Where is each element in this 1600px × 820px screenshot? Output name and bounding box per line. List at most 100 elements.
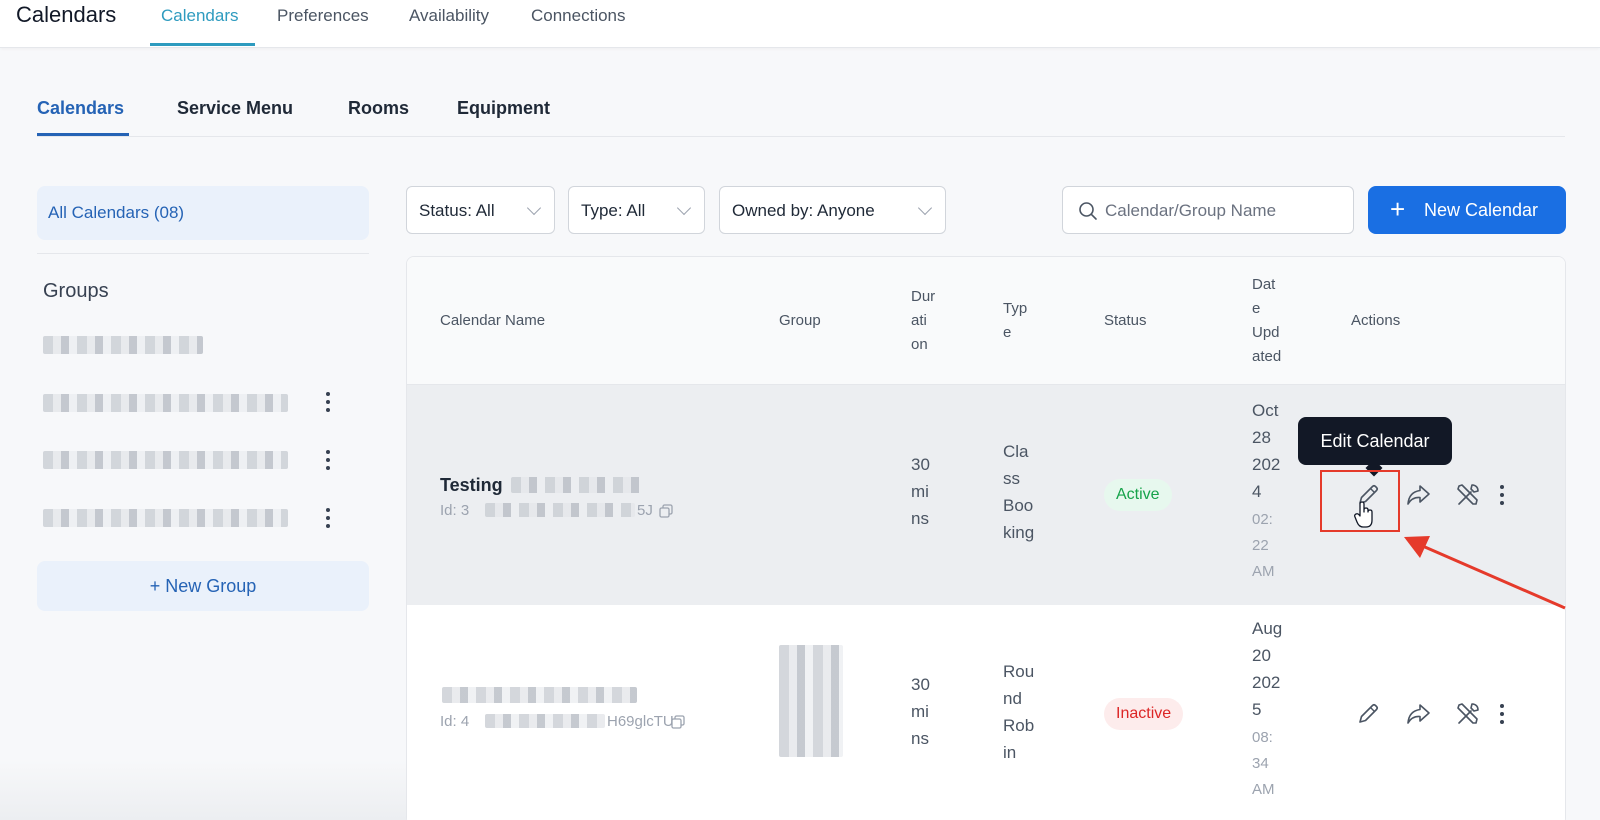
status-badge: Active <box>1104 479 1172 511</box>
new-calendar-button[interactable]: + New Calendar <box>1368 186 1566 234</box>
sidebar-divider <box>37 253 369 254</box>
subtab-equipment[interactable]: Equipment <box>457 98 550 119</box>
date-updated: Aug 20 202 5 <box>1252 615 1282 723</box>
type-filter[interactable]: Type: All <box>568 186 705 234</box>
share-button[interactable] <box>1403 699 1433 729</box>
header-group[interactable]: Group <box>779 309 821 333</box>
type-filter-label: Type: All <box>581 201 646 220</box>
calendar-name[interactable]: Testing <box>440 475 503 496</box>
redacted-text <box>442 687 637 703</box>
copy-icon[interactable] <box>659 504 673 518</box>
duration-line: ns <box>911 509 929 528</box>
tooltip-label: Edit Calendar <box>1320 431 1430 451</box>
time-line: AM <box>1252 563 1275 580</box>
header-duration-line: Dur <box>911 288 936 305</box>
tab-preferences[interactable]: Preferences <box>277 6 369 26</box>
tab-connections[interactable]: Connections <box>531 6 626 26</box>
date-updated: Oct 28 202 4 <box>1252 397 1280 505</box>
date-line: 20 <box>1252 646 1271 665</box>
type-line: ss <box>1003 469 1020 488</box>
header-type[interactable]: Typ e <box>1003 297 1027 345</box>
redacted-text <box>485 714 605 728</box>
time-line: 02: <box>1252 511 1273 528</box>
calendar-id: Id: 3 <box>440 502 470 519</box>
group-kebab-icon[interactable] <box>318 506 338 530</box>
type-line: king <box>1003 523 1035 542</box>
new-group-button[interactable]: + New Group <box>37 561 369 611</box>
group-name-redacted[interactable] <box>43 394 288 412</box>
date-line: 28 <box>1252 428 1271 447</box>
header-actions: Actions <box>1351 312 1401 329</box>
bottom-shade <box>0 760 406 820</box>
all-calendars-item[interactable]: All Calendars (08) <box>37 186 369 240</box>
new-group-label: + New Group <box>149 576 257 596</box>
edit-calendar-tooltip: Edit Calendar <box>1298 417 1452 465</box>
type-line: Boo <box>1003 496 1034 515</box>
table-row[interactable]: Id: 4 H69glcTU 30 mi ns Rou nd Rob in In… <box>407 605 1565 820</box>
date-line: 5 <box>1252 700 1262 719</box>
owner-filter-label: Owned by: Anyone <box>732 201 875 220</box>
row-kebab-icon[interactable] <box>1492 702 1512 726</box>
tab-availability[interactable]: Availability <box>409 6 489 26</box>
row-kebab-icon[interactable] <box>1492 483 1512 507</box>
header-duration[interactable]: Dur ati on <box>911 285 935 357</box>
duration-cell: 30 mi ns <box>911 671 930 752</box>
time-line: 22 <box>1252 537 1269 554</box>
plus-icon: + <box>1390 194 1406 224</box>
chevron-down-icon <box>917 200 933 216</box>
subtab-rooms[interactable]: Rooms <box>348 98 409 119</box>
header-duration-line: ati <box>911 312 927 329</box>
header-date-updated[interactable]: Dat e Upd ated <box>1252 273 1281 369</box>
edit-calendar-button[interactable] <box>1353 699 1383 729</box>
time-updated: 02: 22 AM <box>1252 507 1275 585</box>
header-date-line: ated <box>1252 348 1282 365</box>
date-line: Oct <box>1252 401 1279 420</box>
owner-filter[interactable]: Owned by: Anyone <box>719 186 946 234</box>
settings-button[interactable] <box>1453 699 1483 729</box>
duration-line: mi <box>911 702 929 721</box>
header-duration-line: on <box>911 336 928 353</box>
type-cell: Cla ss Boo king <box>1003 438 1034 546</box>
group-kebab-icon[interactable] <box>318 448 338 472</box>
chevron-down-icon <box>676 200 692 216</box>
duration-line: 30 <box>911 455 930 474</box>
header-status[interactable]: Status <box>1104 309 1147 333</box>
group-name-redacted[interactable] <box>43 336 203 354</box>
group-kebab-icon[interactable] <box>318 390 338 414</box>
duration-line: 30 <box>911 675 930 694</box>
subtab-divider <box>37 136 1565 137</box>
type-cell: Rou nd Rob in <box>1003 658 1034 766</box>
time-line: 08: <box>1252 729 1273 746</box>
subtab-service-menu[interactable]: Service Menu <box>177 98 293 119</box>
pencil-icon <box>1359 703 1379 723</box>
group-name-redacted[interactable] <box>43 451 288 469</box>
search-input[interactable] <box>1105 197 1345 225</box>
duration-line: ns <box>911 729 929 748</box>
search-icon <box>1079 202 1097 220</box>
search-box[interactable] <box>1062 186 1354 234</box>
subtab-calendars[interactable]: Calendars <box>37 98 124 119</box>
tab-calendars[interactable]: Calendars <box>161 6 239 26</box>
duration-line: mi <box>911 482 929 501</box>
app-title: Calendars <box>16 2 117 27</box>
share-icon <box>1407 704 1430 724</box>
header-date-line: Upd <box>1252 324 1280 341</box>
share-button[interactable] <box>1403 480 1433 510</box>
top-bar: Calendars Calendars Preferences Availabi… <box>0 0 1600 48</box>
header-calendar-name[interactable]: Calendar Name <box>440 309 545 333</box>
date-line: 202 <box>1252 673 1281 692</box>
calendar-id-suffix: 5J <box>637 502 653 519</box>
date-line: 202 <box>1252 455 1281 474</box>
time-updated: 08: 34 AM <box>1252 725 1275 803</box>
type-line: Cla <box>1003 442 1029 461</box>
status-filter[interactable]: Status: All <box>406 186 555 234</box>
hand-cursor-icon <box>1354 501 1373 528</box>
group-name-redacted[interactable] <box>43 509 288 527</box>
header-type-line: Typ <box>1003 300 1028 317</box>
date-line: Aug <box>1252 619 1283 638</box>
all-calendars-label: All Calendars (08) <box>48 203 185 222</box>
copy-icon[interactable] <box>671 715 685 729</box>
table-header: Calendar Name Group Dur ati on Typ e Sta… <box>407 257 1565 385</box>
redacted-text <box>511 477 641 493</box>
settings-button[interactable] <box>1453 480 1483 510</box>
